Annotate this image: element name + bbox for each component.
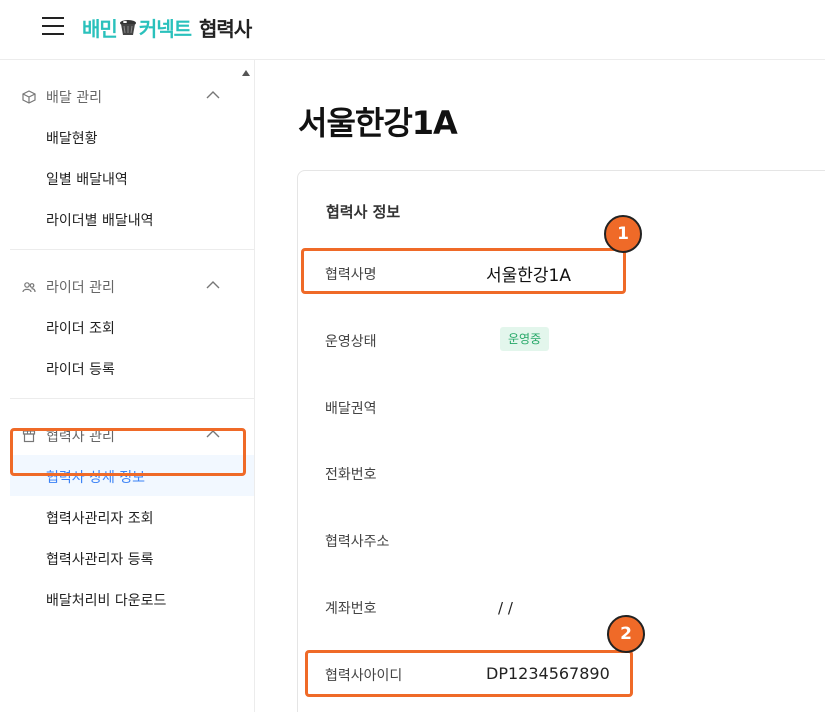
sidebar-item-label: 일별 배달내역 [46,172,128,188]
sidebar-item-label: 배달처리비 다운로드 [46,593,167,609]
field-label-account: 계좌번호 [325,601,377,617]
sidebar-item-partner-admin-register[interactable]: 협력사관리자 등록 [10,537,254,578]
status-badge: 운영중 [500,327,550,351]
sidebar-item-label: 라이더별 배달내역 [46,213,154,229]
step-badge-1: 1 [604,215,642,253]
sidebar-item-label: 라이더 등록 [46,362,115,378]
brand-subtitle: 협력사 [199,16,252,41]
field-value-account: / / [498,599,513,617]
sidebar-group-title: 라이더 관리 [46,280,115,296]
sidebar-item-label: 협력사관리자 조회 [46,511,154,527]
brand-logo[interactable]: 배민 커넥트 협력사 [82,12,252,42]
chevron-up-icon[interactable] [206,280,220,290]
sidebar-item-rider-register[interactable]: 라이더 등록 [10,347,254,388]
page-title: 서울한강1A [298,104,458,142]
sidebar-item-fee-download[interactable]: 배달처리비 다운로드 [10,578,254,619]
sidebar: 배달 관리 배달현황 일별 배달내역 라이더별 배달내역 라이더 관리 라이더 … [10,60,255,712]
sidebar-item-label: 배달현황 [46,131,98,147]
sidebar-group-delivery: 배달 관리 배달현황 일별 배달내역 라이더별 배달내역 [10,60,254,250]
highlight-box-active-menu [10,428,246,476]
step-badge-2: 2 [607,615,645,653]
highlight-box-partner-name [301,248,626,294]
hamburger-menu-icon[interactable] [42,17,64,37]
brand-text-part1: 배민 [82,16,118,41]
field-label-status: 운영상태 [325,334,377,350]
top-header: 배민 커넥트 협력사 [0,0,825,60]
users-icon [22,282,36,293]
chevron-up-icon[interactable] [206,90,220,100]
card-title: 협력사 정보 [326,203,401,221]
sidebar-group-header-riders[interactable]: 라이더 관리 [10,266,254,306]
sidebar-item-delivery-status[interactable]: 배달현황 [10,116,254,157]
sidebar-item-label: 협력사관리자 등록 [46,552,154,568]
field-label-delivery-zone: 배달권역 [325,401,377,417]
sidebar-item-rider-search[interactable]: 라이더 조회 [10,306,254,347]
box-icon [22,90,36,104]
sidebar-group-header-delivery[interactable]: 배달 관리 [10,76,254,116]
sidebar-group-riders: 라이더 관리 라이더 조회 라이더 등록 [10,250,254,399]
field-label-address: 협력사주소 [325,534,390,550]
sidebar-item-label: 라이더 조회 [46,321,115,337]
brand-text-part2: 커넥트 [138,16,192,41]
sidebar-item-partner-admin-search[interactable]: 협력사관리자 조회 [10,496,254,537]
field-label-phone: 전화번호 [325,467,377,483]
sidebar-item-daily-deliveries[interactable]: 일별 배달내역 [10,157,254,198]
sidebar-group-title: 배달 관리 [46,90,102,106]
sidebar-item-rider-deliveries[interactable]: 라이더별 배달내역 [10,198,254,239]
highlight-box-partner-id [305,650,633,697]
cup-icon [119,20,136,35]
